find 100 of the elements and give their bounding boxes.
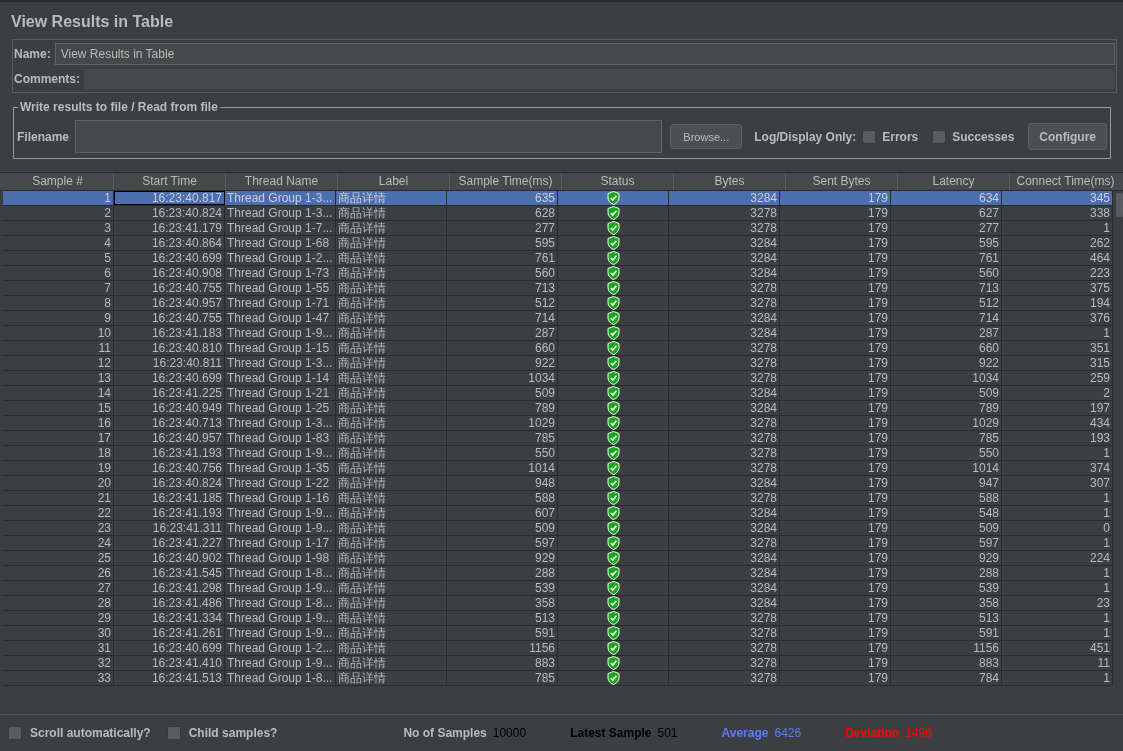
table-cell: 3284 <box>669 521 780 535</box>
checkbox[interactable] <box>932 129 947 144</box>
browse-button[interactable]: Browse... <box>670 124 743 149</box>
table-cell: 商品详情 <box>336 461 447 475</box>
table-cell: 550 <box>891 446 1002 460</box>
table-row[interactable]: 23 16:23:41.311 Thread Group 1-9... 商品详情 509 3284 179 509 0 <box>3 521 1113 536</box>
table-row[interactable]: 20 16:23:40.824 Thread Group 1-22 商品详情 948 3284 179 947 307 <box>3 476 1113 491</box>
table-cell: 224 <box>1002 551 1113 565</box>
table-cell: 338 <box>1002 206 1113 220</box>
filename-field[interactable] <box>75 120 663 153</box>
table-cell: 588 <box>891 491 1002 505</box>
table-row[interactable]: 8 16:23:40.957 Thread Group 1-71 商品详情 512 3278 179 512 194 <box>3 296 1113 311</box>
table-cell: 1029 <box>447 416 558 430</box>
table-row[interactable]: 15 16:23:40.949 Thread Group 1-25 商品详情 789 3284 179 789 197 <box>3 401 1113 416</box>
name-field[interactable]: View Results in Table <box>54 42 1115 65</box>
table-row[interactable]: 31 16:23:40.699 Thread Group 1-2... 商品详情 1156 3278 179 1156 451 <box>3 641 1113 656</box>
configure-button[interactable]: Configure <box>1028 123 1107 150</box>
column-header[interactable]: Start Time <box>113 173 225 190</box>
checkbox[interactable] <box>166 726 181 740</box>
table-cell: 591 <box>891 626 1002 640</box>
table-row[interactable]: 13 16:23:40.699 Thread Group 1-14 商品详情 1034 3278 179 1034 259 <box>3 371 1113 386</box>
table-row[interactable]: 22 16:23:41.193 Thread Group 1-9... 商品详情 607 3284 179 548 1 <box>3 506 1113 521</box>
table-cell: 929 <box>447 551 558 565</box>
table-row[interactable]: 18 16:23:41.193 Thread Group 1-9... 商品详情 550 3278 179 550 1 <box>3 446 1113 461</box>
column-header[interactable]: Sample Time(ms) <box>449 173 561 190</box>
table-row[interactable]: 28 16:23:41.486 Thread Group 1-8... 商品详情 358 3284 179 358 23 <box>3 596 1113 611</box>
table-cell: 28 <box>3 596 114 610</box>
table-row[interactable]: 24 16:23:41.227 Thread Group 1-17 商品详情 597 3278 179 597 1 <box>3 536 1113 551</box>
table-row[interactable]: 29 16:23:41.334 Thread Group 1-9... 商品详情 513 3278 179 513 1 <box>3 611 1113 626</box>
stat-value: 6426 <box>774 726 802 740</box>
column-header[interactable]: Thread Name <box>225 173 337 190</box>
table-cell: 10 <box>3 326 114 340</box>
stat-value: 10000 <box>492 726 527 740</box>
table-cell: 商品详情 <box>336 506 447 520</box>
column-header[interactable]: Bytes <box>673 173 785 190</box>
table-row[interactable]: 3 16:23:41.179 Thread Group 1-7... 商品详情 277 3278 179 277 1 <box>3 221 1113 236</box>
comments-field[interactable] <box>84 68 1115 89</box>
table-cell: 8 <box>3 296 114 310</box>
table-cell: 3284 <box>669 476 780 490</box>
table-cell: 1 <box>1002 566 1113 580</box>
column-header[interactable]: Connect Time(ms) <box>1009 173 1121 190</box>
stat-value: 501 <box>657 726 678 740</box>
table-cell: Thread Group 1-2... <box>225 251 336 265</box>
table-row[interactable]: 21 16:23:41.185 Thread Group 1-16 商品详情 588 3278 179 588 1 <box>3 491 1113 506</box>
table-cell: 17 <box>3 431 114 445</box>
column-header[interactable]: Sent Bytes <box>785 173 897 190</box>
table-cell: 16:23:40.824 <box>114 206 225 220</box>
table-cell: 3284 <box>669 191 780 205</box>
column-header[interactable]: Status <box>561 173 673 190</box>
table-cell: 929 <box>891 551 1002 565</box>
table-row[interactable]: 12 16:23:40.811 Thread Group 1-3... 商品详情 922 3278 179 922 315 <box>3 356 1113 371</box>
table-row[interactable]: 4 16:23:40.864 Thread Group 1-68 商品详情 595 3284 179 595 262 <box>3 236 1113 251</box>
table-cell: 3278 <box>669 641 780 655</box>
stat-label: Deviation <box>845 726 900 740</box>
checkbox-label: Child samples? <box>188 726 278 740</box>
table-cell: 179 <box>780 296 891 310</box>
table-row[interactable]: 6 16:23:40.908 Thread Group 1-73 商品详情 560 3284 179 560 223 <box>3 266 1113 281</box>
table-cell: 商品详情 <box>336 236 447 250</box>
table-cell: 789 <box>891 401 1002 415</box>
column-header[interactable]: Label <box>337 173 449 190</box>
table-row[interactable]: 32 16:23:41.410 Thread Group 1-9... 商品详情 883 3278 179 883 11 <box>3 656 1113 671</box>
table-cell: 16:23:40.699 <box>114 371 225 385</box>
table-cell: Thread Group 1-9... <box>225 446 336 460</box>
table-cell: 16:23:40.902 <box>114 551 225 565</box>
table-row[interactable]: 25 16:23:40.902 Thread Group 1-98 商品详情 929 3284 179 929 224 <box>3 551 1113 566</box>
checkbox[interactable] <box>862 129 877 144</box>
table-row[interactable]: 14 16:23:41.225 Thread Group 1-21 商品详情 509 3284 179 509 2 <box>3 386 1113 401</box>
table-row[interactable]: 9 16:23:40.755 Thread Group 1-47 商品详情 714 3284 179 714 376 <box>3 311 1113 326</box>
table-cell: 179 <box>780 356 891 370</box>
table-cell: 3284 <box>669 551 780 565</box>
table-row[interactable]: 33 16:23:41.513 Thread Group 1-8... 商品详情 785 3278 179 784 1 <box>3 671 1113 686</box>
table-row[interactable]: 30 16:23:41.261 Thread Group 1-9... 商品详情 591 3278 179 591 1 <box>3 626 1113 641</box>
table-cell: 1156 <box>447 641 558 655</box>
column-header[interactable]: Latency <box>897 173 1009 190</box>
table-cell: 1 <box>1002 671 1113 685</box>
table-cell: 3 <box>3 221 114 235</box>
table-cell: 3284 <box>669 401 780 415</box>
selected-row[interactable]: 1 16:23:40.817 Thread Group 1-3... 商品详情 635 3284 179 634 345 <box>3 191 1113 206</box>
table-cell: 376 <box>1002 311 1113 325</box>
table-row[interactable]: 7 16:23:40.755 Thread Group 1-55 商品详情 713 3278 179 713 375 <box>3 281 1113 296</box>
table-row[interactable]: 2 16:23:40.824 Thread Group 1-3... 商品详情 628 3278 179 627 338 <box>3 206 1113 221</box>
table-row[interactable]: 11 16:23:40.810 Thread Group 1-15 商品详情 660 3278 179 660 351 <box>3 341 1113 356</box>
table-cell: 3278 <box>669 461 780 475</box>
table-cell: 374 <box>1002 461 1113 475</box>
table-cell: 3284 <box>669 326 780 340</box>
table-row[interactable]: 19 16:23:40.756 Thread Group 1-35 商品详情 1014 3278 179 1014 374 <box>3 461 1113 476</box>
table-row[interactable]: 17 16:23:40.957 Thread Group 1-83 商品详情 785 3278 179 785 193 <box>3 431 1113 446</box>
table-cell: Thread Group 1-9... <box>225 656 336 670</box>
table-cell: 23 <box>3 521 114 535</box>
table-row[interactable]: 27 16:23:41.298 Thread Group 1-9... 商品详情 539 3284 179 539 1 <box>3 581 1113 596</box>
table-cell: 16:23:40.908 <box>114 266 225 280</box>
column-header[interactable]: Sample # <box>2 173 113 190</box>
table-cell: 16:23:41.298 <box>114 581 225 595</box>
table-row[interactable]: 10 16:23:41.183 Thread Group 1-9... 商品详情 287 3284 179 287 1 <box>3 326 1113 341</box>
table-cell: Thread Group 1-2... <box>225 641 336 655</box>
checkbox[interactable] <box>8 726 22 740</box>
table-cell: 179 <box>780 431 891 445</box>
table-row[interactable]: 26 16:23:41.545 Thread Group 1-8... 商品详情 288 3284 179 288 1 <box>3 566 1113 581</box>
table-row[interactable]: 16 16:23:40.713 Thread Group 1-3... 商品详情 1029 3278 179 1029 434 <box>3 416 1113 431</box>
table-row[interactable]: 5 16:23:40.699 Thread Group 1-2... 商品详情 761 3284 179 761 464 <box>3 251 1113 266</box>
